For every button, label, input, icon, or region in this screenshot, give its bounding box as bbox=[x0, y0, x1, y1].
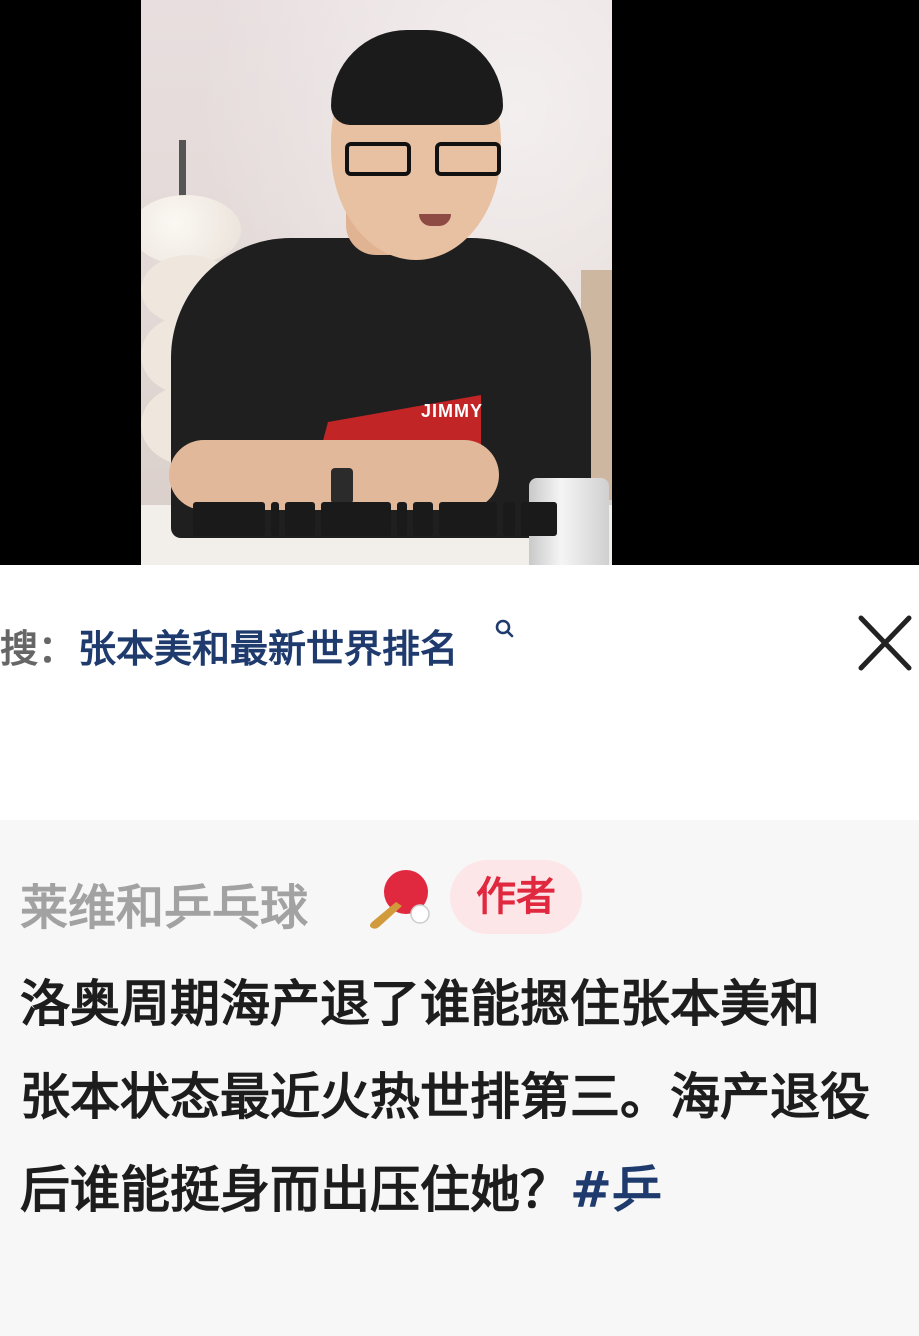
search-prefix: 搜： bbox=[0, 627, 77, 671]
author-badge: 作者 bbox=[450, 860, 582, 934]
hashtag-link[interactable]: #乒 bbox=[570, 1161, 662, 1219]
shirt-text: JIMMY bbox=[421, 401, 484, 421]
post-panel: 莱维和乒乓球 作者 洛奥周期海产退了谁能摁住张本美和 张本状态最近火热世排第三。… bbox=[0, 820, 919, 1336]
video-frame: JIMMY bbox=[141, 0, 612, 565]
post-body: 张本状态最近火热世排第三。海产退役后谁能挺身而出压住她？ bbox=[20, 1068, 870, 1219]
video-caption bbox=[193, 497, 563, 541]
ping-pong-icon bbox=[370, 870, 430, 929]
search-suggestion[interactable]: 搜： 张本美和最新世界排名 bbox=[0, 612, 919, 672]
video-player[interactable]: JIMMY bbox=[0, 0, 919, 565]
search-query-link[interactable]: 张本美和最新世界排名 bbox=[78, 618, 458, 673]
close-icon[interactable] bbox=[857, 612, 913, 674]
search-icon bbox=[495, 619, 514, 638]
post-text: 洛奥周期海产退了谁能摁住张本美和 张本状态最近火热世排第三。海产退役后谁能挺身而… bbox=[20, 958, 900, 1237]
author-name[interactable]: 莱维和乒乓球 bbox=[20, 868, 308, 938]
post-title: 洛奥周期海产退了谁能摁住张本美和 bbox=[20, 975, 820, 1033]
